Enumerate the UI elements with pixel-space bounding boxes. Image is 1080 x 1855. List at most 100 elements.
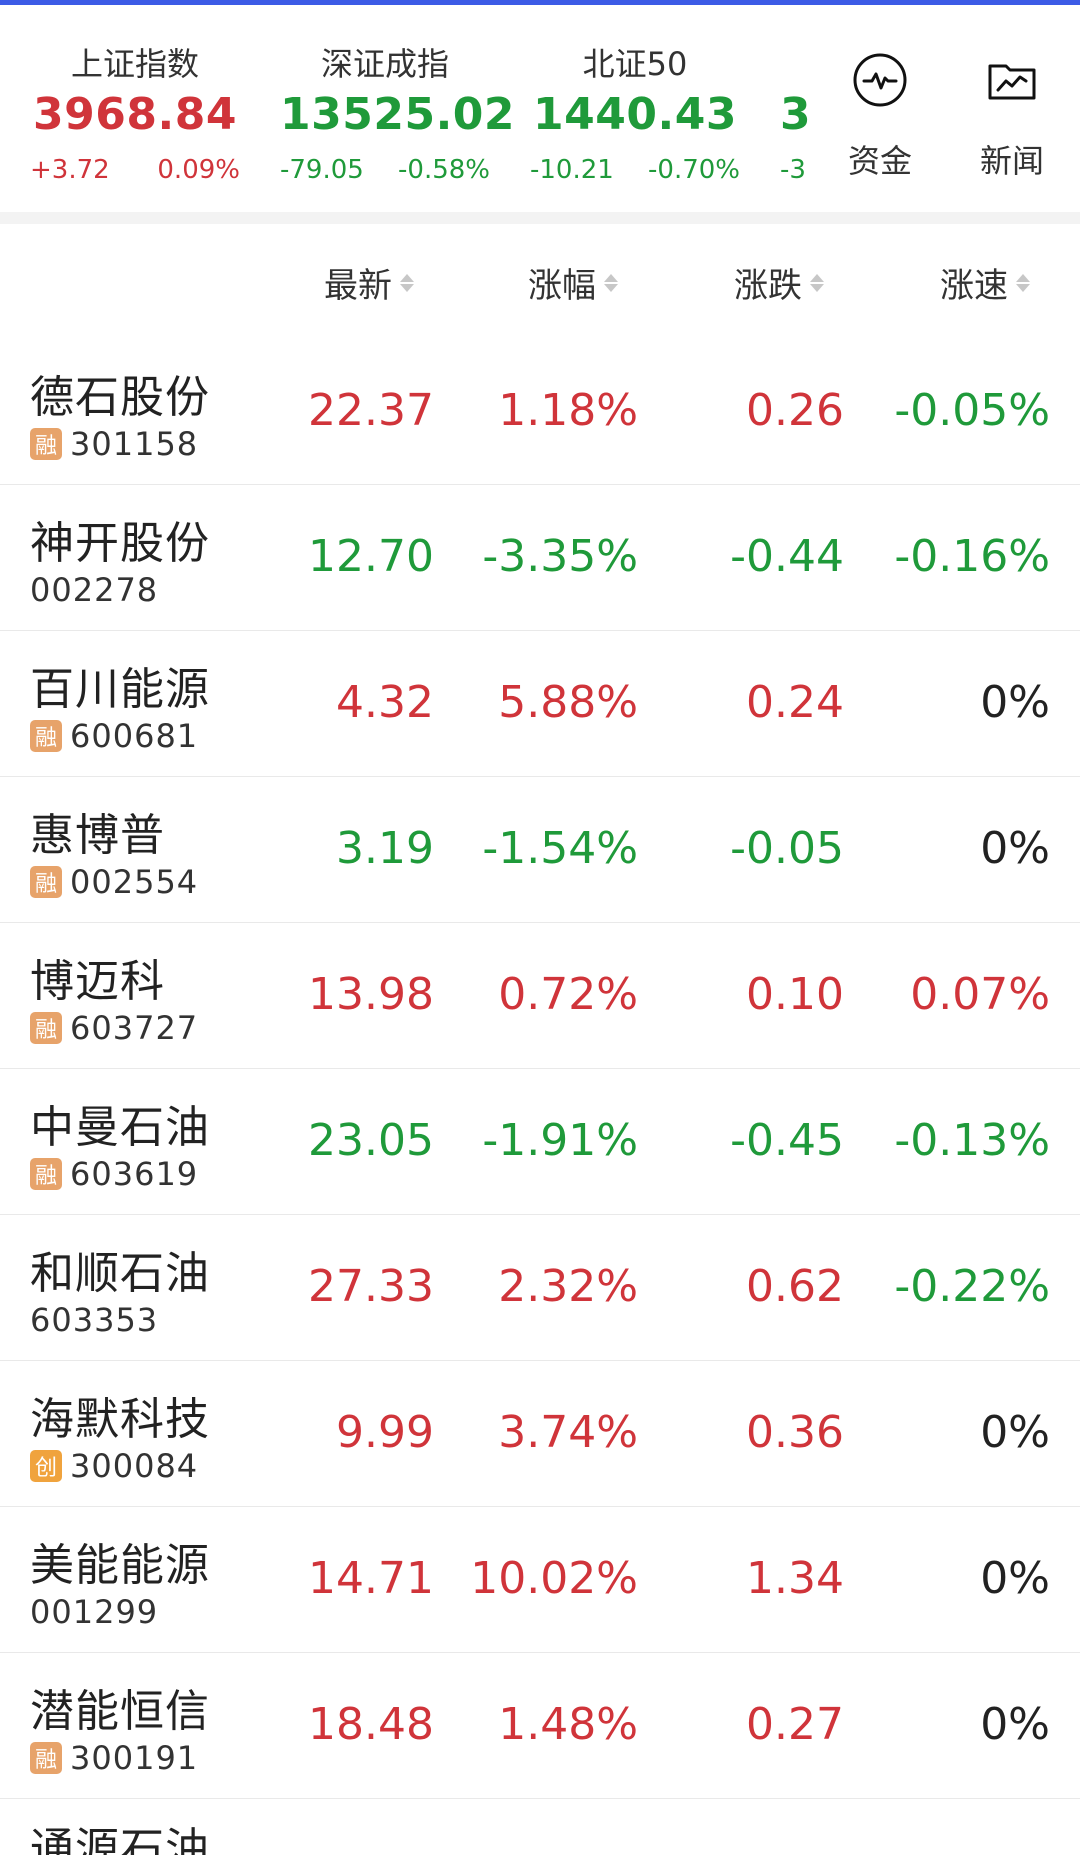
margin-tag: 融: [30, 1158, 62, 1190]
change-amount: -0.45: [730, 1115, 844, 1166]
table-row[interactable]: 神开股份 002278 12.70 -3.35% -0.44 -0.16%: [0, 485, 1080, 631]
index-value: 1440.43: [533, 89, 737, 140]
stock-code: 603619: [70, 1155, 199, 1193]
market-index-header: 上证指数 3968.84 +3.72 0.09% 深证成指 13525.02 -…: [0, 5, 1080, 212]
index-name: 深证成指: [320, 45, 449, 83]
news-label: 新闻: [979, 142, 1044, 180]
table-row[interactable]: 中曼石油 融 603619 23.05 -1.91% -0.45 -0.13%: [0, 1069, 1080, 1215]
index-name: 上证指数: [70, 45, 199, 83]
column-change-label: 涨跌: [734, 266, 802, 306]
sort-latest[interactable]: 最新: [324, 258, 414, 307]
index-change: -3: [780, 155, 806, 185]
index-value: 13525.02: [280, 89, 516, 140]
column-latest-label: 最新: [324, 266, 392, 306]
stock-name: 百川能源: [30, 664, 210, 715]
change-speed: -0.22%: [894, 1261, 1050, 1312]
stock-name: 中曼石油: [30, 1102, 210, 1153]
index-percent: -0.70%: [648, 155, 740, 185]
stock-name: 博迈科: [30, 956, 165, 1007]
change-percent: 2.32%: [498, 1261, 638, 1312]
stock-name: 美能能源: [30, 1540, 210, 1591]
latest-price: 13.98: [308, 969, 434, 1020]
stock-name: 海默科技: [30, 1394, 210, 1445]
change-percent: -1.91%: [482, 1115, 638, 1166]
index-value: 3968.84: [33, 89, 237, 140]
stock-name: 和顺石油: [30, 1248, 210, 1299]
stock-code: 600681: [70, 717, 199, 755]
index-change-row: -10.21 -0.70%: [530, 155, 740, 185]
stock-code: 301158: [70, 425, 199, 463]
stock-code: 002278: [30, 571, 159, 609]
stock-code-group: 603353: [30, 1301, 158, 1339]
stock-name: 德石股份: [30, 372, 210, 423]
index-card-shenzhen[interactable]: 深证成指 13525.02 -79.05 -0.58%: [280, 5, 516, 212]
change-speed: -0.05%: [894, 385, 1050, 436]
folder-chart-icon: [988, 64, 1036, 100]
change-percent: 0.72%: [498, 969, 638, 1020]
news-button[interactable]: 新闻: [964, 50, 1060, 180]
sort-arrows-icon: [604, 268, 618, 298]
stock-code-group: 融 600681: [30, 717, 198, 755]
stock-name: 通源石油: [30, 1824, 210, 1855]
latest-price: 12.70: [308, 531, 434, 582]
change-amount: 0.36: [746, 1407, 844, 1458]
stock-code-group: 002278: [30, 571, 158, 609]
sort-change-percent[interactable]: 涨幅: [528, 258, 618, 307]
column-header-row: 最新 涨幅 涨跌 涨速: [0, 224, 1080, 340]
index-name: 北证50: [582, 45, 688, 83]
table-row[interactable]: 百川能源 融 600681 4.32 5.88% 0.24 0%: [0, 631, 1080, 777]
table-row[interactable]: 美能能源 001299 14.71 10.02% 1.34 0%: [0, 1507, 1080, 1653]
latest-price: 23.05: [308, 1115, 434, 1166]
change-amount: -0.44: [730, 531, 844, 582]
sort-speed[interactable]: 涨速: [940, 258, 1030, 307]
change-percent: 5.88%: [498, 677, 638, 728]
sort-arrows-icon: [810, 268, 824, 298]
latest-price: 9.99: [336, 1407, 434, 1458]
sort-change[interactable]: 涨跌: [734, 258, 824, 307]
stock-name: 潜能恒信: [30, 1686, 210, 1737]
change-amount: 0.27: [746, 1699, 844, 1750]
stock-code-group: 融 300191: [30, 1739, 198, 1777]
sort-arrows-icon: [400, 268, 414, 298]
index-card-shanghai[interactable]: 上证指数 3968.84 +3.72 0.09%: [30, 5, 240, 212]
table-row[interactable]: 潜能恒信 融 300191 18.48 1.48% 0.27 0%: [0, 1653, 1080, 1799]
stock-code-group: 001299: [30, 1593, 158, 1631]
section-divider: [0, 212, 1080, 224]
change-speed: -0.13%: [894, 1115, 1050, 1166]
change-amount: -0.05: [730, 823, 844, 874]
change-amount: 0.26: [746, 385, 844, 436]
index-card-beijing50[interactable]: 北证50 1440.43 -10.21 -0.70%: [530, 5, 740, 212]
stock-code: 300084: [70, 1447, 199, 1485]
index-card-partial[interactable]: 3 -3: [780, 5, 810, 212]
funds-button[interactable]: 资金: [832, 50, 928, 180]
change-speed: 0%: [980, 677, 1050, 728]
stock-code: 603353: [30, 1301, 159, 1339]
margin-tag: 融: [30, 1742, 62, 1774]
pulse-icon: [853, 53, 907, 107]
table-row[interactable]: 海默科技 创 300084 9.99 3.74% 0.36 0%: [0, 1361, 1080, 1507]
change-speed: 0%: [980, 1699, 1050, 1750]
latest-price: 4.32: [336, 677, 434, 728]
table-row[interactable]: 博迈科 融 603727 13.98 0.72% 0.10 0.07%: [0, 923, 1080, 1069]
change-percent: 1.18%: [498, 385, 638, 436]
table-row[interactable]: 和顺石油 603353 27.33 2.32% 0.62 -0.22%: [0, 1215, 1080, 1361]
table-row[interactable]: 惠博普 融 002554 3.19 -1.54% -0.05 0%: [0, 777, 1080, 923]
chinext-tag: 创: [30, 1450, 62, 1482]
stock-name: 神开股份: [30, 518, 210, 569]
sort-arrows-icon: [1016, 268, 1030, 298]
stock-code: 603727: [70, 1009, 199, 1047]
stock-name: 惠博普: [30, 810, 165, 861]
change-speed: 0%: [980, 1407, 1050, 1458]
change-amount: 1.34: [746, 1553, 844, 1604]
table-row-partial[interactable]: 通源石油: [0, 1799, 1080, 1855]
index-percent: -0.58%: [398, 155, 490, 185]
table-row[interactable]: 德石股份 融 301158 22.37 1.18% 0.26 -0.05%: [0, 339, 1080, 485]
margin-tag: 融: [30, 428, 62, 460]
latest-price: 22.37: [308, 385, 434, 436]
stock-code: 001299: [30, 1593, 159, 1631]
stock-code: 002554: [70, 863, 199, 901]
stock-code: 300191: [70, 1739, 199, 1777]
margin-tag: 融: [30, 866, 62, 898]
change-amount: 0.62: [746, 1261, 844, 1312]
index-value: 3: [780, 89, 810, 140]
